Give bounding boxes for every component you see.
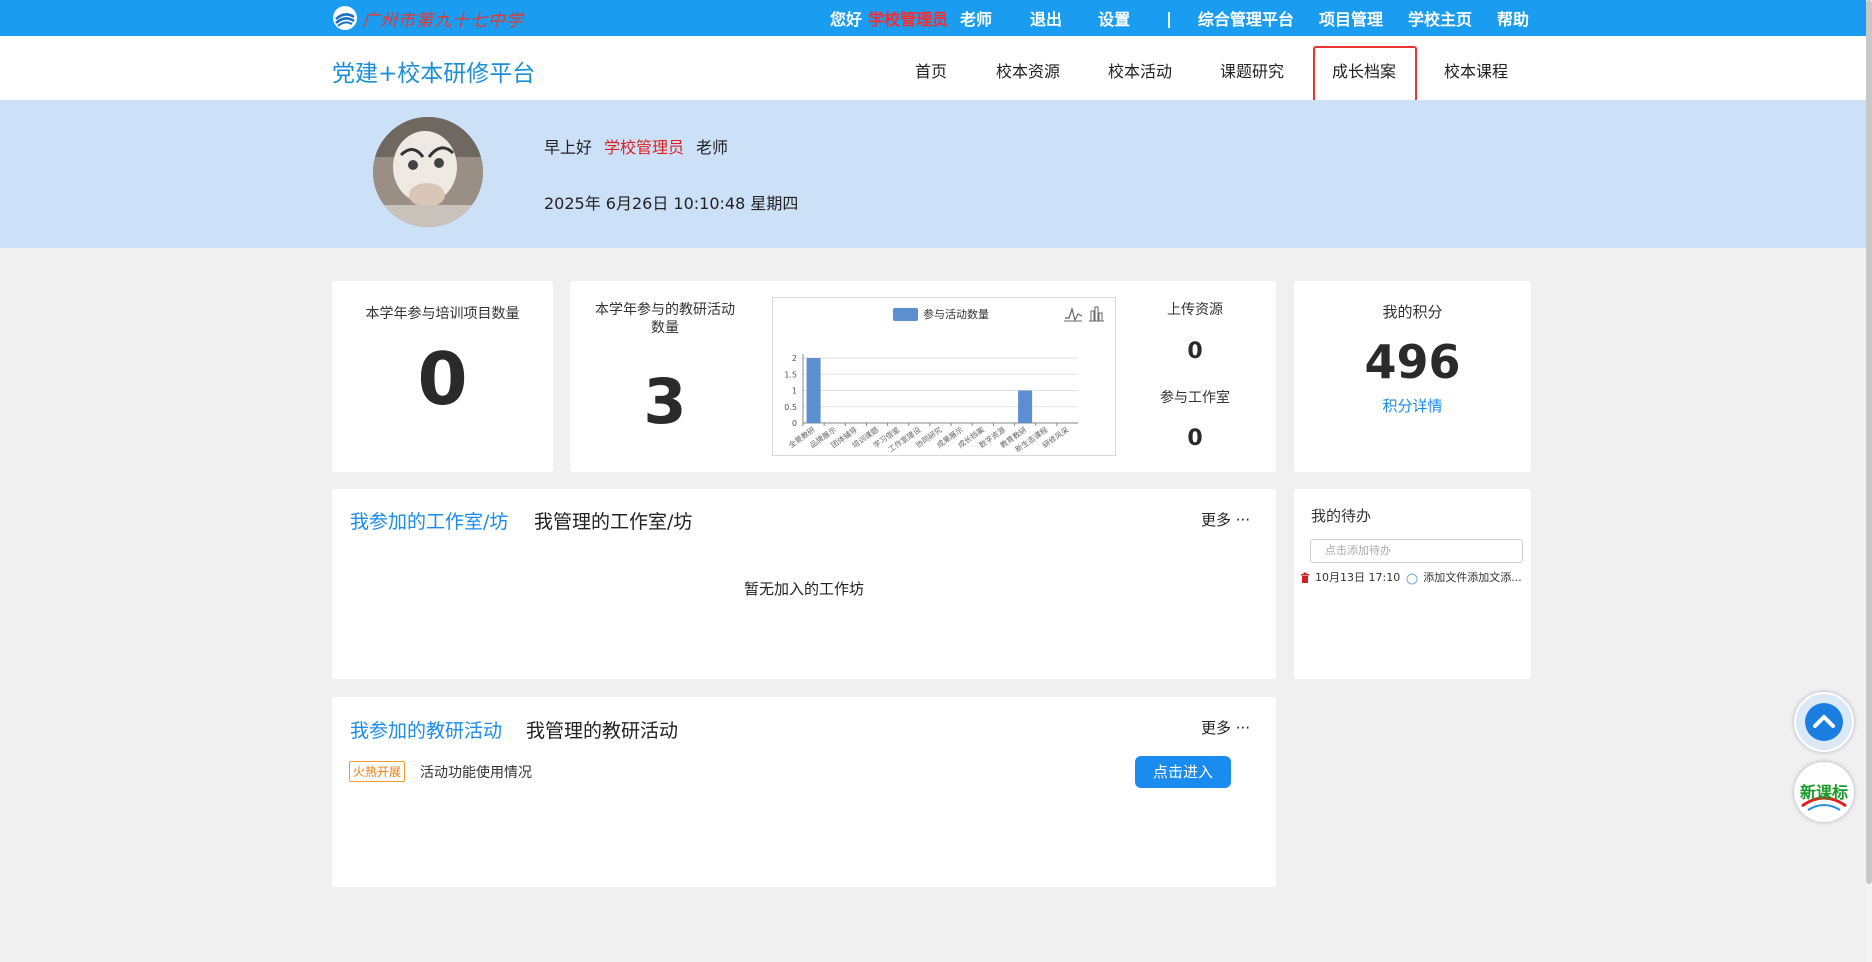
points-detail-link[interactable]: 积分详情 (1294, 395, 1531, 416)
enter-activity-button[interactable]: 点击进入 (1135, 756, 1231, 788)
chart-bar[interactable] (806, 358, 821, 423)
chevron-up-icon (1813, 715, 1835, 728)
y-tick-label: 1 (792, 387, 797, 396)
chart-line-icon[interactable] (1064, 306, 1083, 322)
activity-hot-badge: 火热开展 (349, 761, 406, 782)
todo-item-time: 10月13日 17:10 (1315, 571, 1401, 584)
new-curriculum-button[interactable]: 新课标 (1794, 762, 1854, 822)
upload-resources-label: 上传资源 (1167, 302, 1223, 318)
chart-bar-icon[interactable] (1089, 306, 1104, 322)
greeting-role: 学校管理员 (604, 138, 685, 157)
back-to-top-button[interactable] (1794, 692, 1854, 752)
school-emblem-icon (333, 6, 357, 30)
activity-title[interactable]: 活动功能使用情况 (420, 762, 532, 782)
link-project-management[interactable]: 项目管理 (1319, 6, 1383, 30)
nav-item-courses[interactable]: 校本课程 (1444, 58, 1508, 82)
link-school-home[interactable]: 学校主页 (1408, 6, 1472, 30)
tab-joined-activities[interactable]: 我参加的教研活动 (350, 716, 502, 743)
activity-chart: 参与活动数量 0 0.5 1 1.5 2 全景教研 品牌展示 团体辅导 培训课题 学习借鉴 工作室… (772, 297, 1116, 456)
studio-more-link[interactable]: 更多 ··· (1201, 509, 1250, 530)
current-datetime: 2025年 6月26日 10:10:48 星期四 (544, 194, 799, 213)
activity-card: 我参加的教研活动 我管理的教研活动 更多 ··· 火热开展 活动功能使用情况 点… (332, 697, 1276, 887)
nav-item-activities[interactable]: 校本活动 (1108, 58, 1172, 82)
todo-add-input[interactable]: 点击添加待办 (1310, 539, 1523, 563)
banner-greeting: 早上好 学校管理员 老师 (544, 134, 728, 158)
top-separator: | (1166, 8, 1172, 28)
todo-item-text: 添加文件添加文添... (1423, 571, 1522, 584)
y-tick-label: 2 (792, 354, 797, 363)
tab-managed-studios[interactable]: 我管理的工作室/坊 (534, 507, 692, 534)
points-card: 我的积分 496 积分详情 (1294, 281, 1531, 472)
platform-brand[interactable]: 党建+校本研修平台 (332, 54, 535, 88)
back-to-top-circle (1805, 703, 1843, 741)
studio-empty-message: 暂无加入的工作坊 (743, 580, 864, 598)
nav-highlight-box (1313, 46, 1417, 104)
chart-bar[interactable] (1018, 390, 1033, 424)
studio-participation-value: 0 (1187, 426, 1203, 451)
tab-joined-studios[interactable]: 我参加的工作室/坊 (350, 507, 508, 534)
training-count-label: 本学年参与培训项目数量 (365, 306, 520, 322)
main-nav: 党建+校本研修平台 首页 校本资源 校本活动 课题研究 成长档案 校本课程 (0, 36, 1866, 100)
trash-icon[interactable] (1300, 572, 1310, 583)
top-links: 您好 学校管理员 老师 退出 设置 | 综合管理平台 项目管理 学校主页 帮助 (830, 0, 1529, 36)
logout-link[interactable]: 退出 (1030, 6, 1062, 30)
top-user-role: 学校管理员 (868, 10, 949, 29)
upload-resources-value: 0 (1187, 339, 1203, 364)
studio-card: 我参加的工作室/坊 我管理的工作室/坊 更多 ··· 暂无加入的工作坊 (332, 489, 1276, 679)
link-management-platform[interactable]: 综合管理平台 (1198, 6, 1294, 30)
todo-title: 我的待办 (1311, 507, 1372, 525)
activity-more-link[interactable]: 更多 ··· (1201, 717, 1250, 738)
y-tick-label: 1.5 (784, 370, 797, 379)
legend-label: 参与活动数量 (923, 307, 989, 321)
activity-count-card: 本学年参与的教研活动数量 3 参与活动数量 0 0.5 1 1.5 2 全景教研 品牌展示… (570, 281, 1276, 472)
tab-managed-activities[interactable]: 我管理的教研活动 (526, 716, 678, 743)
school-logo[interactable]: 广州市第九十七中学 (332, 4, 524, 32)
settings-link[interactable]: 设置 (1098, 6, 1130, 30)
avatar-mask-image (373, 117, 483, 227)
greeting-banner (0, 100, 1866, 248)
training-count-card: 本学年参与培训项目数量 0 (332, 281, 553, 472)
activity-count-label: 本学年参与的教研活动数量 (595, 302, 735, 336)
top-teacher-label: 老师 (960, 10, 993, 29)
y-tick-label: 0 (792, 419, 797, 428)
points-label: 我的积分 (1382, 303, 1443, 321)
greeting-text: 早上好 (544, 138, 593, 157)
link-help[interactable]: 帮助 (1497, 6, 1529, 30)
new-curriculum-label: 新课标 (1799, 783, 1848, 802)
activity-count-value: 3 (643, 365, 687, 438)
greeting-teacher: 老师 (696, 138, 729, 157)
todo-item[interactable]: 10月13日 17:10 添加文件添加文添... (1300, 569, 1522, 585)
legend-swatch[interactable] (893, 308, 918, 321)
top-greeting: 您好 (830, 10, 863, 29)
y-tick-label: 0.5 (784, 403, 797, 412)
nav-item-resources[interactable]: 校本资源 (996, 58, 1060, 82)
points-value: 496 (1364, 335, 1461, 389)
studio-participation-label: 参与工作室 (1160, 390, 1230, 406)
nav-item-home[interactable]: 首页 (915, 58, 947, 82)
avatar[interactable] (373, 117, 483, 227)
activity-bar-chart: 参与活动数量 00.511.52 全景教研品牌展示团体辅导培训课题学习借鉴工作室… (784, 306, 1104, 454)
training-count-value: 0 (417, 337, 468, 421)
todo-card: 我的待办 10月13日 17:10 添加文件添加文添... (1294, 489, 1531, 679)
school-name: 广州市第九十七中学 (362, 10, 524, 31)
top-bar: 广州市第九十七中学 您好 学校管理员 老师 退出 设置 | 综合管理平台 项目管… (0, 0, 1866, 36)
todo-checkbox-icon[interactable] (1406, 573, 1418, 585)
nav-item-research[interactable]: 课题研究 (1220, 58, 1284, 82)
scrollbar-thumb[interactable] (1866, 0, 1872, 884)
